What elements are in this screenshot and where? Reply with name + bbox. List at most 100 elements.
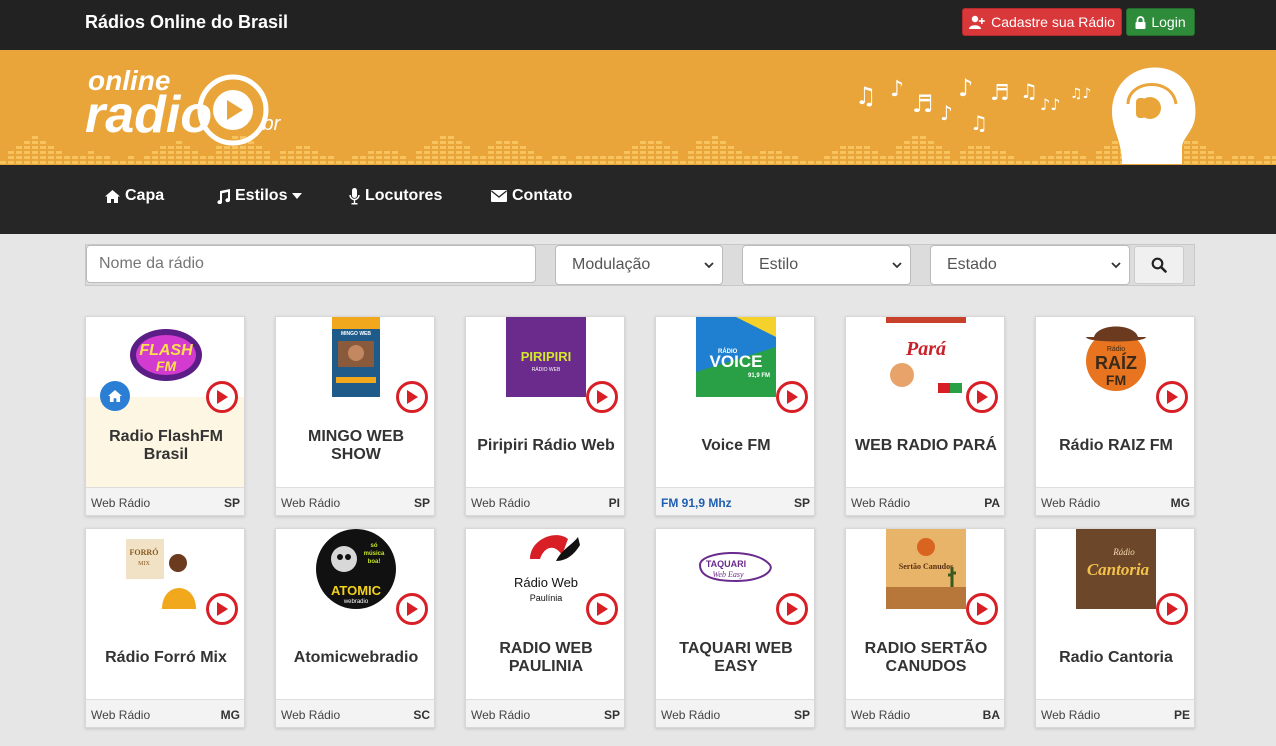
play-icon [407, 602, 418, 616]
atomic-tag-1: só [370, 543, 377, 549]
radio-name[interactable]: Radio Cantoria [1042, 619, 1190, 697]
forro-logo-mix: MIX [138, 561, 150, 567]
radio-logo-forro: FORRÓ MIX [126, 529, 206, 609]
card-footer: Web Rádio PE [1036, 699, 1194, 727]
radio-logo-piripiri: PIRIPIRI RÁDIO WEB [506, 317, 586, 397]
radio-type: Web Rádio [281, 496, 341, 510]
radio-name[interactable]: WEB RADIO PARÁ [852, 407, 1000, 485]
play-icon [1167, 602, 1178, 616]
radio-name[interactable]: Voice FM [662, 407, 810, 485]
nav-item-capa[interactable]: Capa [105, 186, 164, 206]
site-logo[interactable]: online radio .br [85, 62, 290, 148]
svg-text:♬: ♬ [990, 81, 1010, 106]
main-navbar [0, 165, 1276, 234]
radio-card[interactable]: Rádio Web Paulínia RADIO WEB PAULINIA We… [465, 528, 625, 728]
radio-state: BA [982, 708, 1000, 722]
piripiri-logo-text: PIRIPIRI [521, 349, 572, 364]
radio-name-input[interactable] [86, 245, 536, 283]
state-select-value: Estado [947, 256, 997, 273]
radio-state: SP [793, 496, 810, 510]
radio-logo-mingo: MINGO WEB [316, 317, 396, 397]
radio-card[interactable]: Rádio RAÍZ FM Rádio RAIZ FM Web Rádio MG [1035, 316, 1195, 516]
nav-estilos-label: Estilos [235, 187, 288, 204]
radio-name[interactable]: Rádio RAIZ FM [1042, 407, 1190, 485]
card-footer: Web Rádio BA [846, 699, 1004, 727]
radio-logo-sertao: Sertão Canudos [886, 529, 966, 609]
card-footer: Web Rádio PA [846, 487, 1004, 515]
radio-name[interactable]: RADIO SERTÃO CANUDOS [852, 619, 1000, 697]
style-select[interactable]: Estilo [742, 245, 911, 285]
raiz-logo-text: RAÍZ [1095, 352, 1137, 373]
radio-card[interactable]: MINGO WEB MINGO WEB SHOW Web Rádio SP [275, 316, 435, 516]
radio-state: PA [984, 496, 1000, 510]
home-icon [105, 189, 120, 203]
home-icon [108, 390, 122, 402]
microphone-icon [349, 187, 360, 204]
radio-name[interactable]: Radio FlashFM Brasil [92, 407, 240, 485]
radio-state: SP [793, 708, 810, 722]
register-radio-label: Cadastre sua Rádio [991, 14, 1115, 30]
play-icon [407, 390, 418, 404]
radio-card[interactable]: TAQUARI Web Easy TAQUARI WEB EASY Web Rá… [655, 528, 815, 728]
login-label: Login [1151, 14, 1186, 30]
svg-text:♫: ♫ [1020, 79, 1038, 103]
search-icon [1151, 257, 1167, 273]
svg-text:♪: ♪ [890, 77, 904, 102]
card-footer: FM 91,9 Mhz SP [656, 487, 814, 515]
card-footer: Web Rádio PI [466, 487, 624, 515]
radio-state: PE [1173, 708, 1190, 722]
radio-name[interactable]: RADIO WEB PAULINIA [472, 619, 620, 697]
radio-logo-voice: RÁDIO VOICE 91,9 FM [696, 317, 776, 397]
radio-logo-para: Pará [886, 317, 966, 397]
play-icon [597, 602, 608, 616]
radio-state: SP [603, 708, 620, 722]
mingo-logo-text: MINGO WEB [341, 331, 371, 337]
radio-type: Web Rádio [851, 708, 911, 722]
login-button[interactable]: Login [1126, 8, 1195, 36]
modulation-select[interactable]: Modulação [555, 245, 723, 285]
logo-radio-text: radio [85, 86, 212, 144]
nav-item-estilos[interactable]: Estilos [216, 186, 303, 206]
radio-card[interactable]: Sertão Canudos RADIO SERTÃO CANUDOS Web … [845, 528, 1005, 728]
flash-logo-fm: FM [156, 358, 177, 374]
radio-logo-raiz: Rádio RAÍZ FM [1076, 317, 1156, 397]
radio-name[interactable]: Piripiri Rádio Web [472, 407, 620, 485]
svg-text:♫♪: ♫♪ [1070, 86, 1092, 102]
radio-name[interactable]: Rádio Forró Mix [92, 619, 240, 697]
radio-card[interactable]: Rádio Cantoria Radio Cantoria Web Rádio … [1035, 528, 1195, 728]
play-icon [977, 602, 988, 616]
voice-logo-freq: 91,9 FM [748, 373, 770, 379]
logo-br-text: .br [257, 113, 282, 135]
radio-logo-paulinia: Rádio Web Paulínia [506, 529, 586, 609]
radio-state: SP [413, 496, 430, 510]
radio-card[interactable]: RÁDIO VOICE 91,9 FM Voice FM FM 91,9 Mhz… [655, 316, 815, 516]
radio-logo-atomic: só música boa! ATOMIC webradio [316, 529, 396, 609]
chevron-down-icon [1111, 262, 1121, 269]
radio-card[interactable]: Pará WEB RADIO PARÁ Web Rádio PA [845, 316, 1005, 516]
nav-item-contato[interactable]: Contato [491, 186, 572, 206]
play-icon [787, 602, 798, 616]
nav-capa-label: Capa [125, 187, 165, 204]
taquari-logo-text: TAQUARI [706, 559, 746, 569]
play-icon [597, 390, 608, 404]
radio-card[interactable]: FLASH FM Radio FlashFM Brasil Web Rádio … [85, 316, 245, 516]
radio-name[interactable]: MINGO WEB SHOW [282, 407, 430, 485]
radio-name[interactable]: Atomicwebradio [282, 619, 430, 697]
play-icon [217, 602, 228, 616]
register-radio-button[interactable]: Cadastre sua Rádio [962, 8, 1122, 36]
svg-text:♪: ♪ [940, 101, 953, 125]
radio-name[interactable]: TAQUARI WEB EASY [662, 619, 810, 697]
radio-card[interactable]: FORRÓ MIX Rádio Forró Mix Web Rádio MG [85, 528, 245, 728]
nav-item-locutores[interactable]: Locutores [349, 186, 442, 206]
radio-card[interactable]: só música boa! ATOMIC webradio Atomicweb… [275, 528, 435, 728]
card-footer: Web Rádio MG [86, 699, 244, 727]
svg-text:♫: ♫ [855, 82, 877, 110]
radio-logo-cantoria: Rádio Cantoria [1076, 529, 1156, 609]
site-title[interactable]: Rádios Online do Brasil [85, 12, 288, 33]
music-icon [217, 188, 230, 204]
radio-logo-flashfm: FLASH FM [126, 317, 206, 397]
state-select[interactable]: Estado [930, 245, 1130, 285]
raiz-logo-fm: FM [1106, 372, 1126, 388]
search-button[interactable] [1134, 246, 1184, 284]
radio-card[interactable]: PIRIPIRI RÁDIO WEB Piripiri Rádio Web We… [465, 316, 625, 516]
